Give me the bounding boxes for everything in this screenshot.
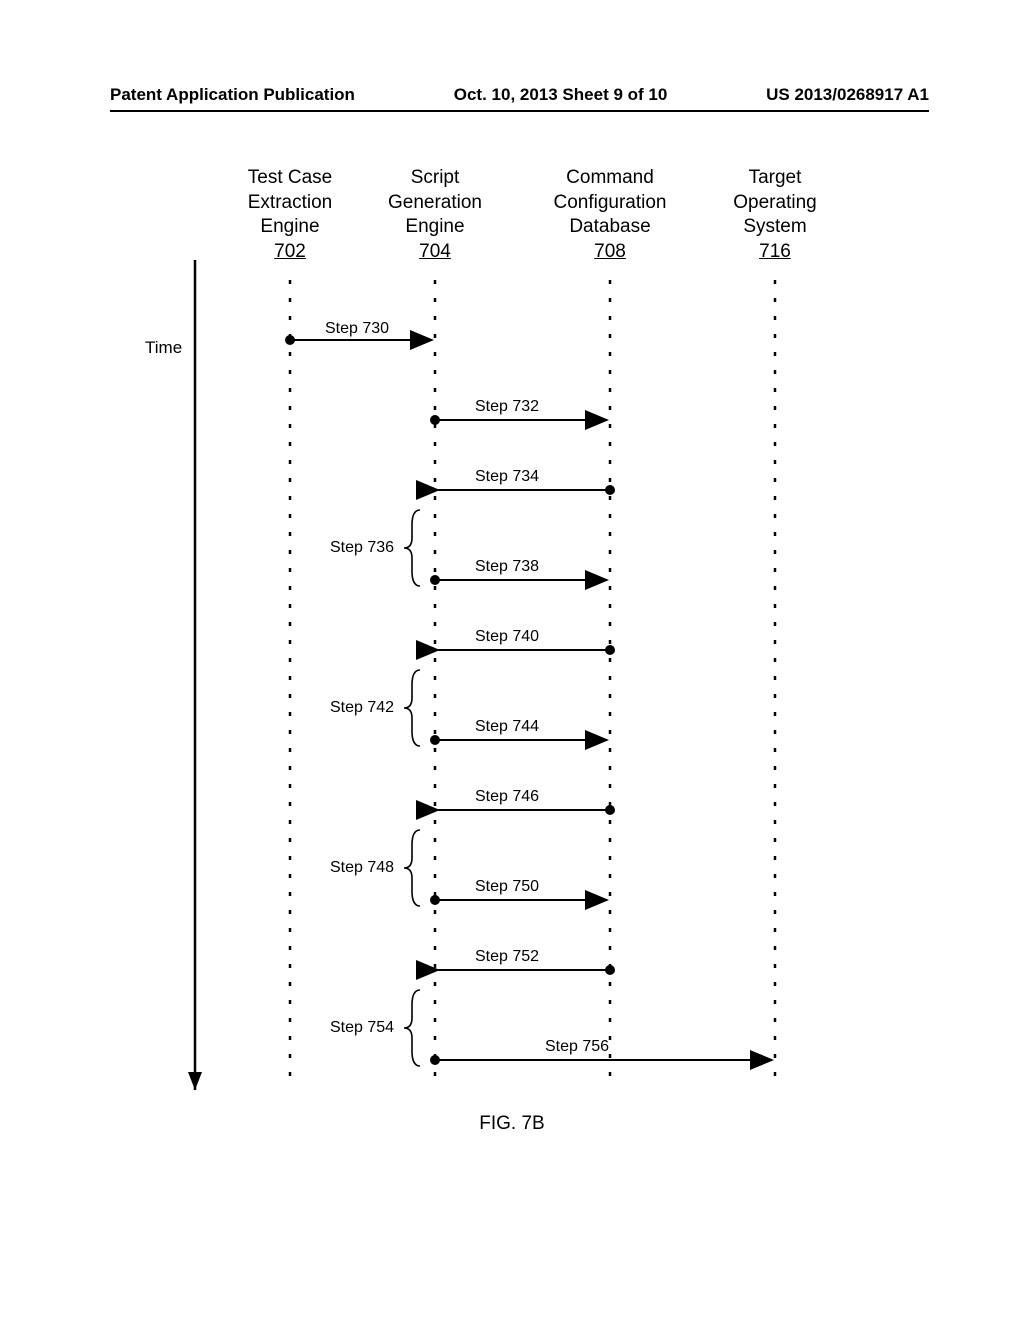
participant-ref: 704	[419, 241, 451, 262]
sequence-diagram: Test CaseExtractionEngine 702 ScriptGene…	[0, 140, 1024, 1140]
step-732-label: Step 732	[475, 398, 539, 416]
step-730-label: Step 730	[325, 320, 389, 338]
step-738-label: Step 738	[475, 558, 539, 576]
patent-page: Patent Application Publication Oct. 10, …	[0, 0, 1024, 1320]
participant-title: TargetOperatingSystem	[733, 167, 816, 237]
page-header: Patent Application Publication Oct. 10, …	[110, 85, 929, 105]
header-center: Oct. 10, 2013 Sheet 9 of 10	[454, 85, 668, 105]
participant-ref: 716	[759, 241, 791, 262]
step-742-label: Step 742	[330, 699, 394, 717]
participant-ref: 708	[594, 241, 626, 262]
header-right: US 2013/0268917 A1	[766, 85, 929, 105]
step-756-label: Step 756	[545, 1038, 609, 1056]
step-734-label: Step 734	[475, 468, 539, 486]
step-740-label: Step 740	[475, 628, 539, 646]
participant-708: CommandConfigurationDatabase 708	[540, 166, 680, 265]
participant-title: CommandConfigurationDatabase	[553, 167, 666, 237]
step-746-label: Step 746	[475, 788, 539, 806]
step-744-label: Step 744	[475, 718, 539, 736]
participant-title: Test CaseExtractionEngine	[248, 167, 332, 237]
step-752-label: Step 752	[475, 948, 539, 966]
header-rule	[110, 110, 929, 112]
participant-ref: 702	[274, 241, 306, 262]
step-736-label: Step 736	[330, 539, 394, 557]
participant-title: ScriptGenerationEngine	[388, 167, 482, 237]
step-748-label: Step 748	[330, 859, 394, 877]
step-750-label: Step 750	[475, 878, 539, 896]
participant-716: TargetOperatingSystem 716	[705, 166, 845, 265]
participant-704: ScriptGenerationEngine 704	[365, 166, 505, 265]
participant-702: Test CaseExtractionEngine 702	[220, 166, 360, 265]
step-754-label: Step 754	[330, 1019, 394, 1037]
header-left: Patent Application Publication	[110, 85, 355, 105]
figure-label: FIG. 7B	[0, 1113, 1024, 1135]
